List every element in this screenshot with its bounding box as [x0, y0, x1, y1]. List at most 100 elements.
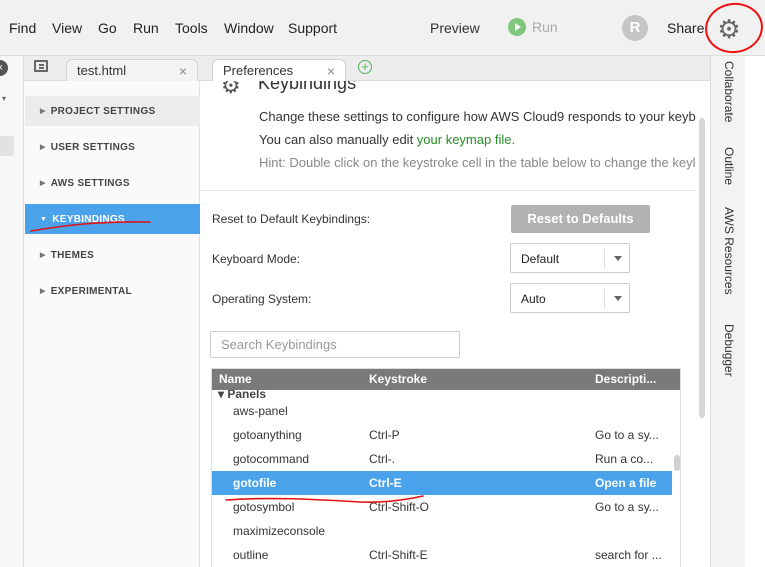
chevron-down-icon [614, 296, 622, 301]
keyboard-mode-select[interactable]: Default [510, 243, 630, 273]
select-divider [604, 249, 605, 269]
cell-description: Run a co... [595, 452, 654, 466]
table-row-selected[interactable]: gotofile Ctrl-E Open a file [212, 471, 672, 495]
left-strip: × ▾ [0, 56, 24, 567]
cell-description: search for ... [595, 548, 662, 562]
panel-outline[interactable]: Outline [722, 147, 736, 185]
gear-icon: ⚙ [221, 81, 241, 98]
nav-user-settings[interactable]: ▶ USER SETTINGS [25, 132, 200, 162]
table-row[interactable]: outline Ctrl-Shift-E search for ... [212, 543, 672, 567]
cell-name: gotocommand [233, 452, 310, 466]
keybindings-panel: ⚙ Keybindings Change these settings to c… [200, 81, 696, 567]
keymap-link[interactable]: your keymap file. [417, 132, 515, 147]
menu-support[interactable]: Support [288, 20, 337, 36]
intro-text: Change these settings to configure how A… [259, 109, 696, 124]
tab-list-icon[interactable] [34, 60, 48, 72]
caret-right-icon: ▶ [40, 180, 46, 187]
divider [200, 190, 696, 191]
close-icon[interactable]: × [0, 60, 8, 76]
right-panel: Collaborate Outline AWS Resources Debugg… [710, 56, 745, 567]
tab-bar: test.html × Preferences × + [24, 56, 710, 81]
cell-keystroke[interactable]: Ctrl-P [369, 428, 400, 442]
panel-debugger[interactable]: Debugger [722, 324, 736, 377]
run-button[interactable]: Run [508, 18, 558, 36]
menu-run[interactable]: Run [133, 20, 159, 36]
menu-go[interactable]: Go [98, 20, 117, 36]
close-icon[interactable]: × [327, 63, 335, 79]
menu-view[interactable]: View [52, 20, 82, 36]
caret-right-icon: ▶ [40, 252, 46, 259]
play-icon [508, 18, 526, 36]
nav-project-settings[interactable]: ▶ PROJECT SETTINGS [25, 96, 200, 126]
add-tab-icon[interactable]: + [358, 60, 372, 74]
chevron-down-icon[interactable]: ▾ [2, 94, 6, 103]
chevron-down-icon [614, 256, 622, 261]
cell-name: gotofile [233, 476, 277, 490]
operating-system-label: Operating System: [212, 292, 312, 306]
nav-experimental[interactable]: ▶ EXPERIMENTAL [25, 276, 200, 306]
tab-test-html[interactable]: test.html × [66, 59, 198, 81]
nav-label: AWS SETTINGS [50, 177, 130, 189]
panel-collaborate[interactable]: Collaborate [722, 61, 736, 122]
operating-system-select[interactable]: Auto [510, 283, 630, 313]
cell-keystroke[interactable]: Ctrl-Shift-E [369, 548, 428, 562]
select-value: Default [521, 252, 560, 266]
keyboard-mode-label: Keyboard Mode: [212, 252, 301, 266]
caret-right-icon: ▶ [40, 288, 46, 295]
nav-label: THEMES [50, 249, 95, 261]
table-row[interactable]: gotoanything Ctrl-P Go to a sy... [212, 423, 672, 447]
nav-aws-settings[interactable]: ▶ AWS SETTINGS [25, 168, 200, 198]
table-row[interactable]: maximizeconsole [212, 519, 672, 543]
cell-keystroke[interactable]: Ctrl-E [369, 476, 402, 490]
panel-aws-resources[interactable]: AWS Resources [722, 207, 736, 295]
preview-button[interactable]: Preview [430, 20, 480, 36]
cell-name: aws-panel [233, 404, 288, 418]
cell-name: gotosymbol [233, 500, 295, 514]
table-scrollbar[interactable] [674, 455, 680, 471]
strip-tab[interactable] [0, 136, 14, 156]
tab-preferences[interactable]: Preferences × [212, 59, 346, 81]
cell-name: outline [233, 548, 269, 562]
search-keybindings-input[interactable] [210, 331, 460, 358]
close-icon[interactable]: × [179, 63, 187, 79]
menu-window[interactable]: Window [224, 20, 274, 36]
section-title: Keybindings [258, 81, 357, 93]
menu-find[interactable]: Find [9, 20, 36, 36]
table-row[interactable]: gotosymbol Ctrl-Shift-O Go to a sy... [212, 495, 672, 519]
nav-label: USER SETTINGS [50, 141, 136, 153]
annotation-circle [701, 0, 765, 57]
menu-tools[interactable]: Tools [175, 20, 208, 36]
tab-label: Preferences [223, 63, 294, 78]
content-scrollbar[interactable] [699, 118, 705, 418]
column-header-name[interactable]: Name [219, 372, 252, 386]
menu-bar: Find View Go Run Tools Window Support Pr… [0, 0, 765, 57]
select-value: Auto [521, 292, 546, 306]
reset-to-defaults-button[interactable]: Reset to Defaults [511, 205, 650, 233]
nav-label: EXPERIMENTAL [50, 285, 132, 297]
reset-label: Reset to Default Keybindings: [212, 212, 371, 226]
nav-themes[interactable]: ▶ THEMES [25, 240, 200, 270]
table-row[interactable]: aws-panel [212, 399, 672, 423]
share-button[interactable]: Share [667, 20, 704, 36]
cell-description: Go to a sy... [595, 428, 659, 442]
table-header: Name Keystroke Descripti... [212, 369, 680, 390]
cell-name: gotoanything [233, 428, 302, 442]
nav-keybindings[interactable]: ▼ KEYBINDINGS [25, 204, 200, 234]
window-edge [745, 56, 765, 567]
table-row[interactable]: gotocommand Ctrl-. Run a co... [212, 447, 672, 471]
cell-keystroke[interactable]: Ctrl-Shift-O [369, 500, 429, 514]
cell-description: Go to a sy... [595, 500, 659, 514]
cell-name: maximizeconsole [233, 524, 326, 538]
column-header-keystroke[interactable]: Keystroke [369, 372, 427, 386]
avatar[interactable]: R [622, 15, 648, 41]
cell-keystroke[interactable]: Ctrl-. [369, 452, 395, 466]
caret-down-icon: ▼ [40, 215, 48, 223]
nav-label: PROJECT SETTINGS [50, 105, 156, 117]
intro-prefix: You can also manually edit [259, 132, 417, 147]
hint-text: Hint: Double click on the keystroke cell… [259, 155, 696, 170]
column-header-description[interactable]: Descripti... [595, 372, 656, 386]
caret-right-icon: ▶ [40, 108, 46, 115]
caret-right-icon: ▶ [40, 144, 46, 151]
run-label: Run [532, 19, 558, 35]
select-divider [604, 289, 605, 309]
